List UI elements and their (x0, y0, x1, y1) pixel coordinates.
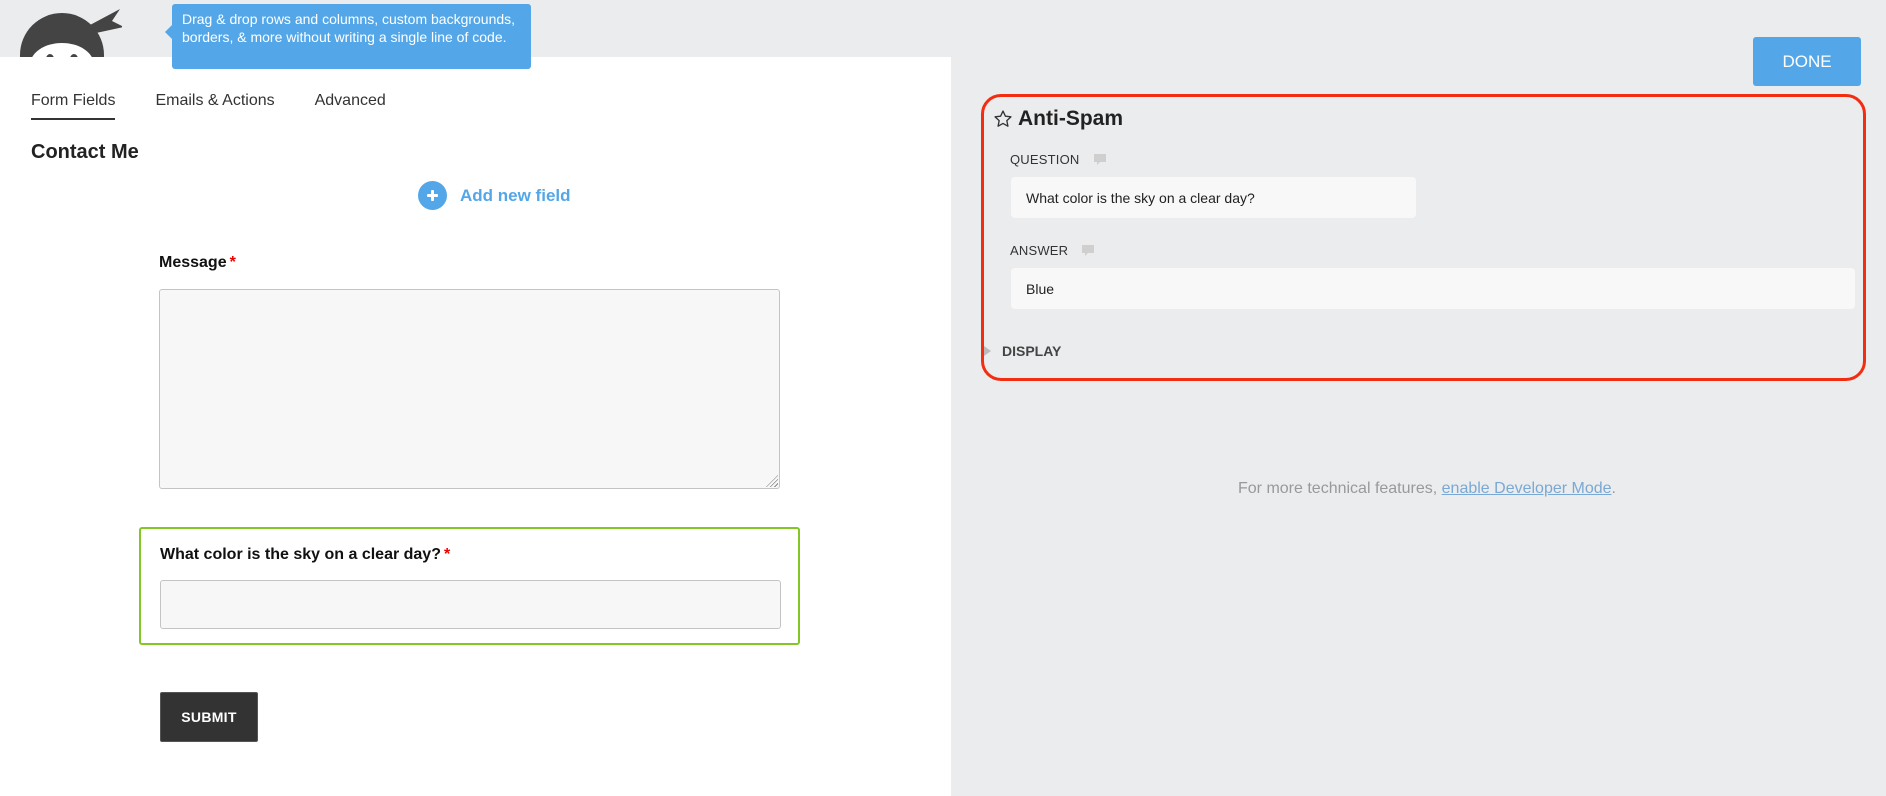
question-setting-label: QUESTION (1010, 152, 1106, 167)
antispam-field-card[interactable]: What color is the sky on a clear day? * (139, 527, 800, 645)
answer-setting-label: ANSWER (1010, 243, 1095, 258)
form-builder-panel: Form Fields Emails & Actions Advanced Co… (0, 57, 951, 796)
settings-title: Anti-Spam (1018, 107, 1123, 130)
developer-mode-note: For more technical features, enable Deve… (1238, 480, 1616, 497)
required-asterisk: * (229, 254, 236, 271)
message-field-label: Message * (159, 254, 236, 271)
field-settings-panel: Anti-Spam QUESTION What color is the sky… (981, 94, 1866, 381)
required-asterisk: * (443, 546, 451, 563)
caret-right-icon (984, 346, 991, 356)
tooltip-text: Drag & drop rows and columns, custom bac… (182, 11, 516, 45)
form-title: Contact Me (31, 141, 139, 163)
submit-button[interactable]: SUBMIT (160, 692, 258, 742)
antispam-answer-input[interactable] (160, 580, 781, 629)
antispam-field-label: What color is the sky on a clear day? * (160, 546, 451, 563)
help-comment-icon[interactable] (1093, 153, 1106, 166)
display-section-toggle[interactable]: DISPLAY (984, 343, 1061, 359)
builder-tabs: Form Fields Emails & Actions Advanced (31, 92, 426, 120)
add-new-field-label: Add new field (460, 185, 571, 205)
feature-tooltip: Drag & drop rows and columns, custom bac… (165, 4, 531, 69)
help-comment-icon[interactable] (1082, 244, 1095, 257)
plus-circle-icon (418, 181, 447, 210)
answer-setting-input[interactable]: Blue (1011, 268, 1855, 309)
display-section-label: DISPLAY (1002, 343, 1062, 359)
message-textarea[interactable] (159, 289, 780, 489)
question-setting-input[interactable]: What color is the sky on a clear day? (1011, 177, 1416, 218)
enable-developer-mode-link[interactable]: enable Developer Mode (1442, 480, 1612, 497)
done-button[interactable]: DONE (1753, 37, 1861, 86)
star-icon[interactable] (993, 109, 1013, 129)
tab-emails-actions[interactable]: Emails & Actions (155, 92, 274, 120)
settings-header: Anti-Spam (993, 107, 1123, 131)
ninja-forms-logo (12, 3, 122, 57)
add-new-field-button[interactable]: Add new field (418, 181, 571, 210)
tab-form-fields[interactable]: Form Fields (31, 92, 116, 120)
tab-advanced[interactable]: Advanced (315, 92, 386, 120)
